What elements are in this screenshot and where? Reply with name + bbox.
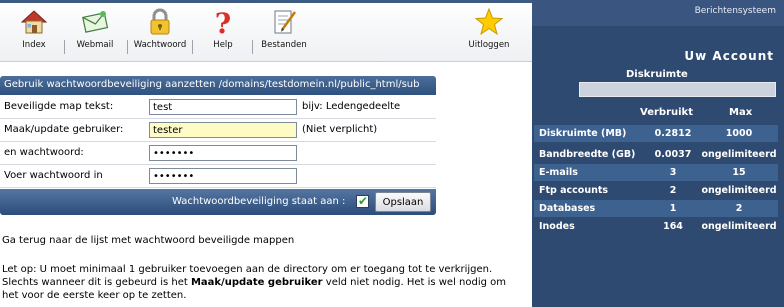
stat-name: Diskruimte (MB)	[539, 128, 627, 139]
toolbar-bestanden-button[interactable]: Bestanden	[255, 6, 313, 56]
info-note-line-2: Slechts wanneer dit is gebeurd is het Ma…	[2, 276, 530, 289]
disk-space-title: Diskruimte	[626, 69, 688, 80]
info-note-line-3: het voor de eerste keer op te zetten.	[2, 290, 187, 301]
stat-max: ongelimiteerd	[701, 149, 777, 160]
logout-label: Uitloggen	[468, 40, 510, 50]
stat-max: ongelimiteerd	[701, 221, 777, 232]
password-confirm-label: Voer wachtwoord in	[4, 170, 103, 181]
toolbar-webmail-label: Webmail	[76, 40, 114, 50]
password-input[interactable]	[149, 145, 297, 161]
toolbar-index-label: Index	[22, 40, 46, 50]
user-label: Maak/update gebruiker:	[4, 124, 124, 135]
panel-header: Berichtensysteem	[532, 0, 784, 26]
form-row-folder-text: Beveiligde map tekst: bijv: Ledengedeelt…	[0, 96, 436, 119]
stat-name: Ftp accounts	[539, 185, 609, 196]
info-note-text: Slechts wanneer dit is gebeurd is het	[2, 277, 191, 288]
stat-name: Bandbreedte (GB)	[539, 149, 636, 160]
password-confirm-input[interactable]	[149, 168, 297, 184]
stat-used: 0.0037	[654, 149, 692, 160]
stat-row: Ftp accounts 2 ongelimiteerd	[534, 182, 778, 199]
stat-max: ongelimiteerd	[701, 185, 777, 196]
toolbar-separator	[64, 40, 65, 54]
document-edit-icon	[274, 10, 297, 34]
stat-name: Inodes	[539, 221, 575, 232]
toolbar-help-label: Help	[213, 40, 233, 50]
info-note: Let op: U moet minimaal 1 gebruiker toev…	[2, 263, 530, 302]
form-row-password: en wachtwoord:	[0, 142, 436, 165]
user-hint: (Niet verplicht)	[302, 124, 378, 135]
toolbar-separator	[127, 40, 128, 54]
form-submit-bar: Wachtwoordbeveiliging staat aan : ✔ Opsl…	[0, 189, 436, 215]
folder-text-hint: bijv: Ledengedeelte	[302, 101, 401, 112]
svg-text:?: ?	[215, 7, 231, 38]
question-mark-icon: ?	[215, 7, 231, 38]
stat-name: Databases	[539, 203, 596, 214]
logout-button[interactable]: Uitloggen	[460, 6, 518, 56]
column-max-header: Max	[729, 107, 753, 118]
toolbar-separator	[252, 40, 253, 54]
toolbar-wachtwoord-button[interactable]: Wachtwoord	[131, 6, 189, 56]
stat-max: 15	[732, 167, 746, 178]
back-to-list-link[interactable]: Ga terug naar de lijst met wachtwoord be…	[2, 235, 294, 246]
star-icon	[474, 7, 504, 36]
top-toolbar: Index Webmail Wachtwoord ? Help Bestande…	[0, 0, 532, 62]
form-row-user: Maak/update gebruiker: (Niet verplicht)	[0, 119, 436, 142]
toolbar-separator	[192, 40, 193, 54]
stat-used: 2	[669, 185, 677, 196]
stat-used: 0.2812	[654, 128, 692, 139]
stat-max: 1000	[725, 128, 753, 139]
disk-usage-bar	[579, 82, 776, 97]
toolbar-help-button[interactable]: ? Help	[194, 6, 252, 56]
protection-toggle-label: Wachtwoordbeveiliging staat aan :	[172, 196, 346, 207]
message-system-link[interactable]: Berichtensysteem	[695, 6, 776, 16]
stat-used: 3	[669, 167, 677, 178]
stat-row: Databases 1 2	[534, 200, 778, 217]
envelope-icon	[82, 11, 109, 33]
account-title: Uw Account	[684, 49, 774, 63]
house-icon	[20, 10, 48, 34]
password-label: en wachtwoord:	[4, 147, 84, 158]
toolbar-webmail-button[interactable]: Webmail	[66, 6, 124, 56]
form-header: Gebruik wachtwoordbeveiliging aanzetten …	[0, 76, 436, 95]
folder-text-label: Beveiligde map tekst:	[4, 101, 114, 112]
padlock-icon	[150, 8, 170, 35]
toolbar-index-button[interactable]: Index	[5, 6, 63, 56]
checkmark-icon: ✔	[358, 194, 369, 208]
stat-row: Diskruimte (MB) 0.2812 1000	[534, 125, 778, 142]
info-note-line-1: Let op: U moet minimaal 1 gebruiker toev…	[2, 264, 493, 275]
user-input[interactable]	[149, 122, 297, 138]
stat-row: E-mails 3 15	[534, 164, 778, 181]
account-panel: Berichtensysteem Uw Account Diskruimte V…	[532, 0, 784, 307]
protection-checkbox[interactable]: ✔	[356, 194, 369, 208]
save-button[interactable]: Opslaan	[375, 192, 431, 212]
stat-row: Bandbreedte (GB) 0.0037 ongelimiteerd	[534, 146, 778, 163]
stat-name: E-mails	[539, 167, 578, 178]
stat-max: 2	[735, 203, 743, 214]
toolbar-bestanden-label: Bestanden	[261, 40, 307, 50]
form-header-title: Gebruik wachtwoordbeveiliging aanzetten …	[4, 79, 420, 90]
stat-used: 1	[669, 203, 677, 214]
folder-text-input[interactable]	[149, 99, 297, 115]
column-used-header: Verbruikt	[640, 107, 693, 118]
stat-used: 164	[663, 221, 683, 232]
stat-row: Inodes 164 ongelimiteerd	[534, 218, 778, 235]
toolbar-wachtwoord-label: Wachtwoord	[133, 40, 187, 50]
info-note-bold-field: Maak/update gebruiker	[190, 277, 323, 288]
form-row-password-confirm: Voer wachtwoord in	[0, 165, 436, 188]
info-note-text: veld niet nodig. Het is wel nodig om	[322, 277, 507, 288]
